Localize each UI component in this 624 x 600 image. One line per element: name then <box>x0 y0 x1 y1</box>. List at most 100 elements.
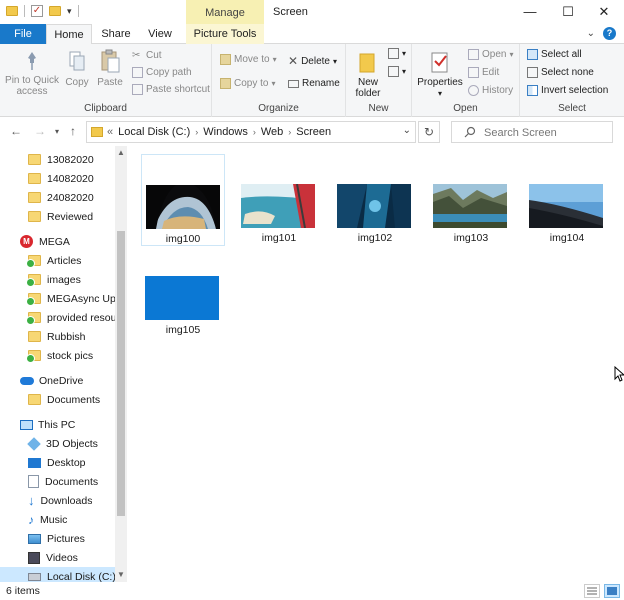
folder-icon <box>28 331 41 342</box>
scroll-up-icon[interactable]: ▲ <box>115 148 127 157</box>
forward-arrow-icon[interactable]: → <box>34 124 46 138</box>
breadcrumb-screen[interactable]: Screen <box>296 126 331 138</box>
breadcrumb-local-disk[interactable]: Local Disk (C:) <box>118 126 190 138</box>
chevron-down-icon[interactable]: ⌄ <box>403 125 411 136</box>
file-item[interactable]: img101 <box>237 154 321 246</box>
scroll-down-icon[interactable]: ▼ <box>115 570 127 579</box>
separator <box>77 5 79 17</box>
file-item[interactable]: img105 <box>141 246 225 338</box>
copy-path-button[interactable]: Copy path <box>132 67 192 78</box>
address-bar[interactable]: « Local Disk (C:) › Windows › Web › Scre… <box>86 121 416 143</box>
paste-button[interactable]: Paste <box>94 48 126 88</box>
file-item[interactable]: img104 <box>525 154 609 246</box>
tab-view[interactable]: View <box>140 24 180 44</box>
copy-to-icon <box>220 78 231 89</box>
nav-item-videos[interactable]: Videos <box>0 548 115 567</box>
back-arrow-icon[interactable]: ← <box>10 124 22 138</box>
nav-item-reviewed[interactable]: Reviewed <box>0 207 115 226</box>
maximize-button[interactable]: ☐ <box>550 0 586 24</box>
rename-label: Rename <box>302 78 340 89</box>
nav-item-documents[interactable]: Documents <box>0 472 115 491</box>
chevron-down-icon: ▾ <box>509 50 514 59</box>
chevron-right-icon[interactable]: › <box>288 127 291 137</box>
easy-access-button[interactable]: ▾ <box>388 66 406 77</box>
recent-locations-icon[interactable]: ▾ <box>55 127 59 136</box>
file-item[interactable]: img100 <box>141 154 225 246</box>
new-folder-button[interactable]: New folder <box>350 48 386 99</box>
status-bar: 6 items <box>0 582 624 600</box>
delete-button[interactable]: ✕ Delete ▾ <box>288 54 337 68</box>
nav-item-13082020[interactable]: 13082020 <box>0 150 115 169</box>
new-item-button[interactable]: ▾ <box>388 48 406 59</box>
nav-item-images[interactable]: images <box>0 270 115 289</box>
edit-button[interactable]: Edit <box>468 67 499 78</box>
expand-ribbon-icon[interactable]: ⌄ <box>587 28 595 39</box>
select-all-button[interactable]: Select all <box>527 49 582 60</box>
nav-item-music[interactable]: ♪ Music <box>0 510 115 529</box>
navigation-scrollbar[interactable]: ▲ ▼ <box>115 146 127 582</box>
scrollbar-thumb[interactable] <box>117 231 125 516</box>
nav-item-mega[interactable]: M MEGA <box>0 232 115 251</box>
invert-selection-button[interactable]: Invert selection <box>527 85 608 96</box>
copy-to-button[interactable]: Copy to ▾ <box>220 78 275 89</box>
up-arrow-icon[interactable]: ↑ <box>70 124 76 138</box>
chevron-right-icon[interactable]: › <box>253 127 256 137</box>
nav-item-label: Pictures <box>47 532 85 545</box>
nav-item-label: 3D Objects <box>46 437 98 450</box>
nav-item-desktop[interactable]: Desktop <box>0 453 115 472</box>
properties-button[interactable]: Properties ▾ <box>416 48 464 99</box>
nav-item-downloads[interactable]: ↓ Downloads <box>0 491 115 510</box>
large-icons-view-button[interactable] <box>604 584 620 598</box>
nav-item-pictures[interactable]: Pictures <box>0 529 115 548</box>
customize-toolbar-icon[interactable]: ▾ <box>67 6 72 17</box>
rename-button[interactable]: Rename <box>288 78 340 89</box>
breadcrumb-windows[interactable]: Windows <box>203 126 248 138</box>
nav-item-onedrive[interactable]: OneDrive <box>0 371 115 390</box>
nav-item-provided-resources[interactable]: provided resources <box>0 308 115 327</box>
nav-item-rubbish[interactable]: Rubbish <box>0 327 115 346</box>
refresh-button[interactable]: ↻ <box>418 121 440 143</box>
nav-item-articles[interactable]: Articles <box>0 251 115 270</box>
nav-item-onedrive-documents[interactable]: Documents <box>0 390 115 409</box>
file-item[interactable]: img102 <box>333 154 417 246</box>
select-none-button[interactable]: Select none <box>527 67 594 78</box>
pin-to-quick-access-button[interactable]: Pin to Quick access <box>4 48 60 97</box>
nav-item-14082020[interactable]: 14082020 <box>0 169 115 188</box>
history-button[interactable]: History <box>468 85 513 96</box>
window-title: Screen <box>273 6 308 18</box>
chevron-down-icon: ▾ <box>402 49 407 58</box>
breadcrumb-web[interactable]: Web <box>261 126 283 138</box>
copy-button[interactable]: Copy <box>62 48 92 88</box>
search-input[interactable]: Search Screen <box>484 127 557 139</box>
nav-item-local-disk[interactable]: Local Disk (C:) <box>0 567 115 582</box>
paste-shortcut-button[interactable]: Paste shortcut <box>132 84 210 95</box>
file-item[interactable]: img103 <box>429 154 513 246</box>
nav-item-megasync-uploads[interactable]: MEGAsync Uploads <box>0 289 115 308</box>
help-icon[interactable]: ? <box>603 27 616 40</box>
move-to-button[interactable]: Move to ▾ <box>220 54 277 65</box>
tab-home[interactable]: Home <box>46 24 92 45</box>
details-view-button[interactable] <box>584 584 600 598</box>
nav-item-label: stock pics <box>47 349 94 362</box>
manage-tab[interactable]: Manage <box>186 0 264 24</box>
move-to-icon <box>220 54 231 65</box>
nav-item-3d-objects[interactable]: 3D Objects <box>0 434 115 453</box>
chevron-right-icon[interactable]: › <box>195 127 198 137</box>
breadcrumb-overflow[interactable]: « <box>107 126 113 138</box>
chevron-down-icon: ▾ <box>272 55 277 64</box>
tab-share[interactable]: Share <box>96 24 136 44</box>
open-button[interactable]: Open ▾ <box>468 49 513 60</box>
close-button[interactable]: ✕ <box>586 0 622 24</box>
tab-file[interactable]: File <box>0 24 46 44</box>
select-all-label: Select all <box>541 49 582 60</box>
new-folder-icon[interactable] <box>49 6 61 16</box>
nav-item-this-pc[interactable]: This PC <box>0 415 115 434</box>
nav-item-24082020[interactable]: 24082020 <box>0 188 115 207</box>
nav-item-stock-pics[interactable]: stock pics <box>0 346 115 365</box>
properties-check-icon[interactable]: ✓ <box>31 5 43 17</box>
cut-button[interactable]: ✂ Cut <box>132 50 162 61</box>
minimize-button[interactable]: — <box>512 0 548 24</box>
tab-picture-tools[interactable]: Picture Tools <box>186 24 264 44</box>
open-label: Open <box>482 49 507 60</box>
search-box[interactable]: Search Screen <box>451 121 613 143</box>
